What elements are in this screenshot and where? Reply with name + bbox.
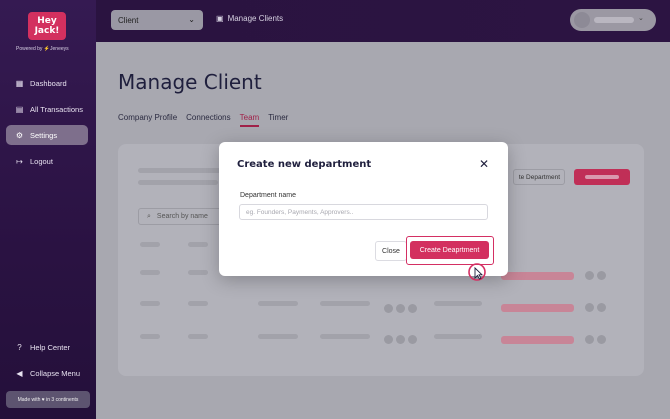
pointer-cursor-icon [468, 263, 486, 281]
tab-connections[interactable]: Connections [186, 113, 230, 127]
skeleton-cell [188, 242, 208, 247]
help-icon: ? [17, 342, 22, 352]
skeleton-cell [188, 334, 208, 339]
skeleton-dot [585, 335, 594, 344]
skeleton-dot [597, 303, 606, 312]
skeleton-cell [258, 301, 298, 306]
sidebar-item-label: Logout [30, 156, 53, 166]
department-name-label: Department name [240, 192, 297, 199]
skeleton-cell [320, 301, 370, 306]
sidebar-item-label: All Transactions [30, 104, 83, 114]
skeleton-status [501, 304, 574, 312]
search-placeholder: Search by name [156, 213, 208, 220]
create-department-button[interactable]: te Department [513, 169, 565, 185]
close-button[interactable]: Close [375, 241, 407, 261]
skeleton-dot [396, 304, 405, 313]
powered-by-text: Powered by ⚡Jeneeys [16, 46, 69, 52]
skeleton-dot [396, 335, 405, 344]
search-icon: ⌕ [147, 212, 151, 220]
chevron-down-icon: ⌄ [188, 15, 195, 24]
skeleton-cell [140, 301, 160, 306]
gear-icon: ⚙ [15, 130, 24, 140]
page-title: Manage Client [118, 70, 262, 94]
sidebar-item-all-transactions[interactable]: ▤ All Transactions [6, 99, 88, 119]
tab-company-profile[interactable]: Company Profile [118, 113, 177, 127]
sidebar-item-dashboard[interactable]: ▦ Dashboard [6, 73, 88, 93]
create-department-modal: Create new department ✕ Department name … [219, 142, 508, 276]
user-name-placeholder [594, 17, 634, 23]
avatar [574, 12, 590, 28]
skeleton-dot [597, 271, 606, 280]
client-select[interactable]: Client ⌄ [111, 10, 203, 30]
logout-icon: ↦ [16, 156, 23, 166]
skeleton-cell [258, 334, 298, 339]
made-with-badge: Made with ♥ in 3 continents [6, 391, 90, 408]
sidebar-item-label: Dashboard [30, 78, 67, 88]
manage-clients-link[interactable]: ▣ Manage Clients [216, 14, 283, 23]
skeleton-cell [140, 242, 160, 247]
sidebar-item-logout[interactable]: ↦ Logout [6, 151, 88, 171]
building-icon: ▣ [216, 14, 224, 23]
collapse-icon: ◀ [16, 368, 23, 378]
user-menu[interactable]: ⌄ [570, 9, 656, 31]
skeleton-dot [384, 335, 393, 344]
logo-line-1: Hey [37, 16, 57, 26]
sidebar: Hey Jack! Powered by ⚡Jeneeys ▦ Dashboar… [0, 0, 96, 419]
skeleton-dot [585, 303, 594, 312]
add-member-button[interactable] [574, 169, 630, 185]
skeleton-cell [188, 301, 208, 306]
chevron-down-icon: ⌄ [638, 15, 644, 22]
skeleton-cell [140, 334, 160, 339]
skeleton-cell [320, 334, 370, 339]
dashboard-icon: ▦ [15, 78, 24, 88]
skeleton-dot [408, 304, 417, 313]
tab-bar: Company Profile Connections Team Timer [118, 113, 297, 127]
tab-timer[interactable]: Timer [268, 113, 288, 127]
logo-line-2: Jack! [34, 26, 60, 36]
skeleton-dot [585, 271, 594, 280]
search-input[interactable]: ⌕ Search by name [138, 208, 222, 225]
sidebar-item-label: Settings [30, 130, 58, 140]
sidebar-item-settings[interactable]: ⚙ Settings [6, 125, 88, 145]
help-center-label: Help Center [30, 342, 71, 352]
create-department-submit-button[interactable]: Create Deaprtment [410, 241, 489, 259]
client-select-value: Client [118, 15, 139, 25]
skeleton-cell [434, 334, 482, 339]
skeleton-dot [408, 335, 417, 344]
skeleton-cell [434, 301, 482, 306]
skeleton-cell [140, 270, 160, 275]
skeleton-status [501, 336, 574, 344]
tab-team[interactable]: Team [239, 113, 260, 127]
collapse-menu-label: Collapse Menu [30, 368, 81, 378]
help-center-link[interactable]: ? Help Center [6, 337, 88, 357]
skeleton-status [501, 272, 574, 280]
close-icon[interactable]: ✕ [479, 157, 489, 171]
collapse-menu-button[interactable]: ◀ Collapse Menu [6, 363, 88, 383]
skeleton-dot [597, 335, 606, 344]
department-name-input[interactable] [239, 204, 488, 220]
manage-clients-label: Manage Clients [227, 14, 284, 23]
modal-title: Create new department [237, 159, 372, 170]
top-bar: Client ⌄ ▣ Manage Clients ⌄ [96, 0, 670, 42]
skeleton-dot [384, 304, 393, 313]
heyjack-logo[interactable]: Hey Jack! [28, 12, 66, 40]
skeleton-cell [188, 270, 208, 275]
transactions-icon: ▤ [15, 104, 24, 114]
skeleton-line [138, 180, 218, 185]
button-label-placeholder [585, 175, 619, 179]
